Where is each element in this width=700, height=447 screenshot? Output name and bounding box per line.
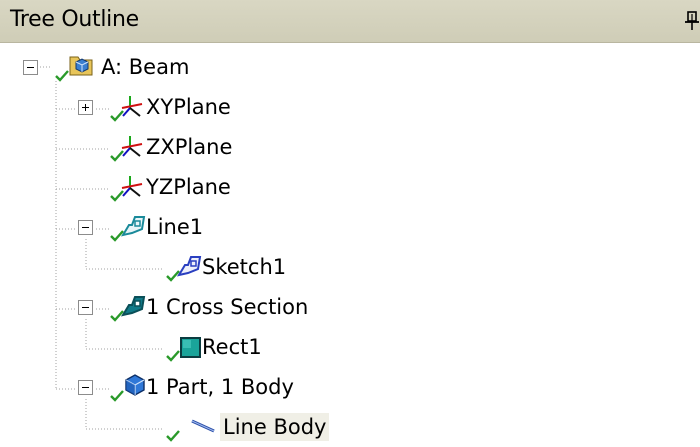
collapse-toggle[interactable] [78, 300, 93, 315]
tree-item-label: 1 Part, 1 Body [146, 375, 294, 399]
checkmark-icon [55, 70, 69, 82]
pin-icon[interactable] [683, 10, 700, 32]
expand-toggle[interactable] [78, 100, 93, 115]
tree-item-line1[interactable]: Line1 [0, 209, 700, 245]
tree-item-label: Line Body [220, 413, 330, 441]
tree-item-label: Sketch1 [202, 255, 287, 279]
tree-item-label: 1 Cross Section [146, 295, 309, 319]
tree-item-label: Rect1 [202, 335, 262, 359]
tree-item-label: ZXPlane [146, 135, 233, 159]
checkmark-icon [166, 430, 180, 442]
tree-item-part-body[interactable]: 1 Part, 1 Body [0, 369, 700, 405]
collapse-toggle[interactable] [23, 60, 38, 75]
tree-item-yzplane[interactable]: YZPlane [0, 169, 700, 205]
tree-item-line-body[interactable]: Line Body [0, 409, 700, 445]
collapse-toggle[interactable] [78, 380, 93, 395]
tree-item-xyplane[interactable]: XYPlane [0, 89, 700, 125]
panel-title: Tree Outline [10, 7, 139, 32]
tree-outline-panel: Tree Outline A: Beam XYPlane ZXPlane YZP… [0, 0, 700, 447]
tree-view: A: Beam XYPlane ZXPlane YZPlane Line1 Sk… [0, 43, 700, 447]
tree-item-cross-section[interactable]: 1 Cross Section [0, 289, 700, 325]
model-box-icon [69, 56, 93, 76]
tree-item-label: XYPlane [146, 95, 231, 119]
tree-item-label: A: Beam [101, 55, 190, 79]
panel-header: Tree Outline [0, 0, 700, 43]
tree-item-sketch1[interactable]: Sketch1 [0, 249, 700, 285]
tree-item-a-beam[interactable]: A: Beam [0, 49, 700, 85]
tree-item-zxplane[interactable]: ZXPlane [0, 129, 700, 165]
tree-item-rect1[interactable]: Rect1 [0, 329, 700, 365]
collapse-toggle[interactable] [78, 220, 93, 235]
tree-item-label: Line1 [146, 215, 204, 239]
line-body-icon [191, 419, 215, 433]
tree-item-label: YZPlane [146, 175, 231, 199]
